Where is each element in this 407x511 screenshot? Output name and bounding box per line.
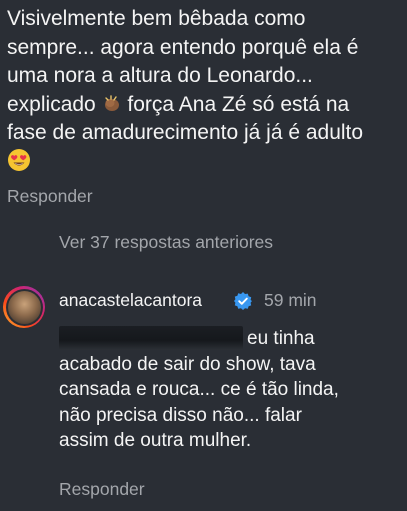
main-comment-line-4b: força Ana Zé só está na [121,92,350,116]
reply-timestamp: 59 min [264,290,317,310]
redacted-mention [59,326,243,350]
reply-username[interactable]: anacastelacantora [59,290,202,311]
avatar-photo [7,290,41,324]
reply-line-1: eu tinha [247,328,315,349]
reply-line-4: não precisa disso não... falar [59,404,302,426]
view-previous-replies-link[interactable]: Ver 37 respostas anteriores [59,232,273,253]
reply-line-5: assim de outra mulher. [59,430,252,451]
avatar[interactable] [3,286,45,328]
main-comment-line-5: fase de amadurecimento já já é adulto [7,121,364,144]
reply-text: eu tinha acabado de sair do show, tava can… [59,326,404,454]
main-comment-text: Visivelmente bem bêbada como sempre... a… [7,5,407,176]
clapping-hands-icon [102,94,122,114]
main-comment-line-4a: explicado [7,92,102,116]
main-comment-line-3: uma nora a altura do Leonardo... [7,64,313,87]
avatar-ring [5,288,43,326]
reply-comment-reply-button[interactable]: Responder [59,479,145,500]
verified-badge-icon [233,291,253,311]
main-comment-reply-button[interactable]: Responder [7,186,93,207]
reply-line-3: cansada e rouca... ce é tão linda, [59,379,339,400]
reply-line-2: acabado de sair do show, tava [59,353,316,375]
main-comment: Visivelmente bem bêbada como sempre... a… [7,5,407,176]
main-comment-line-2: sempre... agora entendo porquê ela é [7,35,359,59]
heart-eyes-icon [7,148,31,172]
main-comment-line-1: Visivelmente bem bêbada como [7,7,306,30]
